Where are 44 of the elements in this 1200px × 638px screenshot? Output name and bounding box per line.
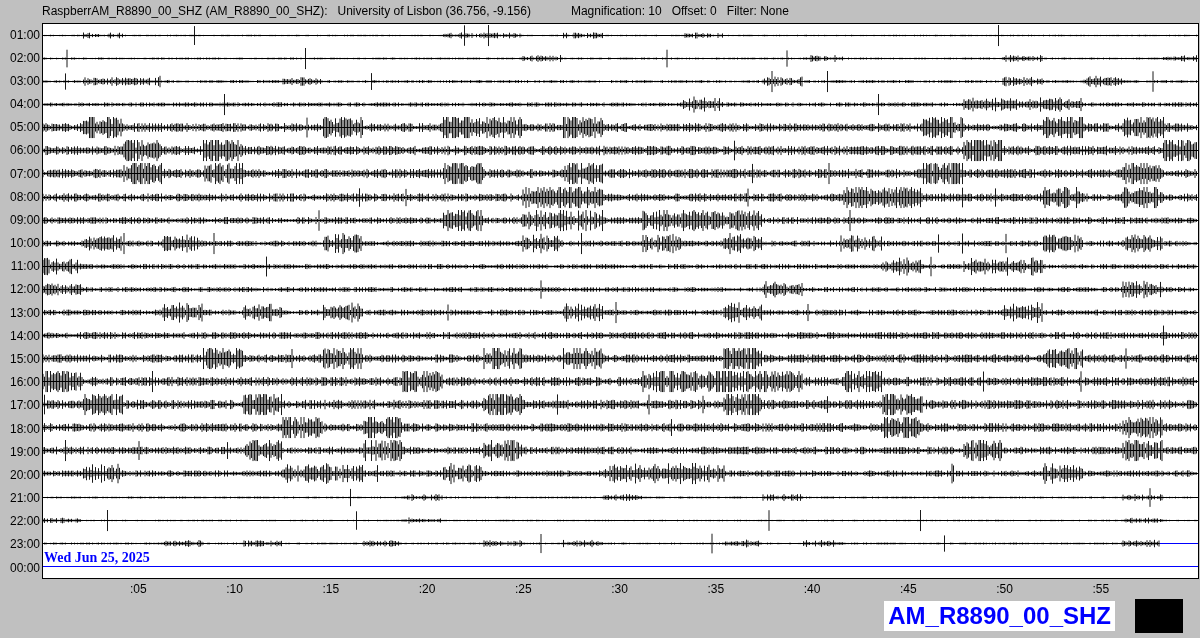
hour-label: 02:00 <box>9 51 40 64</box>
location-label: University of Lisbon (36.756, -9.156) <box>337 3 531 20</box>
hour-label: 19:00 <box>9 445 40 458</box>
hour-label: 05:00 <box>9 121 40 134</box>
time-marker-line <box>1159 542 1198 544</box>
hour-label: 17:00 <box>9 399 40 412</box>
hour-label: 06:00 <box>9 144 40 157</box>
hour-label: 20:00 <box>9 468 40 481</box>
hour-label: 13:00 <box>9 306 40 319</box>
hour-label: 10:00 <box>9 237 40 250</box>
offset-label: Offset: 0 <box>671 3 717 20</box>
hour-label: 14:00 <box>9 329 40 342</box>
minute-tick-label: :10 <box>226 581 243 598</box>
hour-label: 04:00 <box>9 98 40 111</box>
minute-tick-label: :20 <box>418 581 436 598</box>
hour-label: 07:00 <box>9 167 40 180</box>
minute-tick-label: :15 <box>322 581 340 598</box>
station-title: RaspberrAM_R8890_00_SHZ (AM_R8890_00_SHZ): <box>42 3 328 20</box>
hour-label: 12:00 <box>9 283 40 296</box>
hour-label: 16:00 <box>9 376 40 389</box>
magnification-label: Magnification: 10 <box>570 3 662 20</box>
status-indicator <box>1135 599 1183 633</box>
minute-tick-label: :40 <box>803 581 821 598</box>
minute-tick-label: :50 <box>996 581 1013 598</box>
hour-label: 03:00 <box>9 74 40 87</box>
minute-tick-label: :30 <box>611 581 628 598</box>
minute-tick-label: :05 <box>129 581 147 598</box>
minute-tick-label: :45 <box>899 581 917 598</box>
hour-label: 01:00 <box>9 28 40 41</box>
hour-label: 00:00 <box>9 561 40 574</box>
hour-label: 11:00 <box>10 260 40 273</box>
hour-label: 21:00 <box>9 492 40 504</box>
minute-tick-label: :25 <box>514 581 532 598</box>
minute-tick-label: :35 <box>707 581 725 598</box>
hour-label: 08:00 <box>9 190 40 203</box>
filter-label: Filter: None <box>726 3 789 20</box>
hour-label: 18:00 <box>9 422 40 435</box>
hour-label: 15:00 <box>9 353 40 365</box>
minute-tick-label: :55 <box>1092 581 1110 598</box>
hour-label: 09:00 <box>9 213 40 226</box>
hour-label: 22:00 <box>9 515 40 528</box>
station-label: AM_R8890_00_SHZ <box>884 601 1115 631</box>
hour-label: 23:00 <box>9 538 40 551</box>
date-label: Wed Jun 25, 2025 <box>44 551 150 565</box>
